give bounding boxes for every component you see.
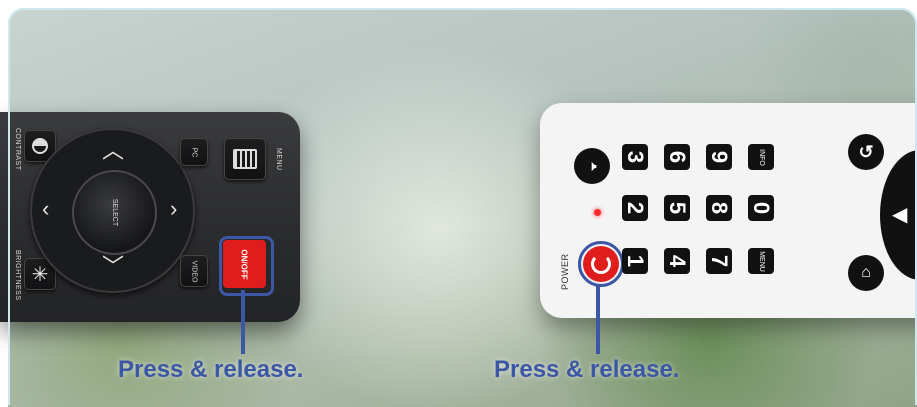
menu-key-label: MENU [757,250,765,272]
key-3[interactable]: 3 [622,144,648,170]
onoff-button[interactable]: ON/OFF [223,240,266,288]
dpad[interactable]: ︿ ﹀ ‹ › SELECT [30,128,195,293]
power-label: POWER [560,253,570,290]
key-2[interactable]: 2 [622,195,648,221]
brightness-icon: ✳ [31,263,49,286]
right-pointer-line [596,284,600,354]
key-0[interactable]: 0 [748,195,774,221]
menu-key[interactable]: MENU [748,248,774,274]
right-caption: Press & release. [494,356,680,383]
info-key[interactable]: INFO [748,144,774,170]
select-button[interactable]: SELECT [72,170,157,255]
up-arrow-icon[interactable]: ︿ [102,140,124,162]
brightness-label: BRIGHTNESS [14,250,21,301]
right-arrow-icon[interactable]: › [170,198,177,220]
home-icon: ⌂ [861,264,871,281]
info-label: INFO [757,148,765,166]
video-button[interactable]: VIDEO [180,255,208,287]
key-9[interactable]: 9 [706,144,732,170]
key-4[interactable]: 4 [664,248,690,274]
back-icon: ↺ [858,141,874,162]
pc-button[interactable]: PC [180,138,208,166]
key-8[interactable]: 8 [706,195,732,221]
menu-icon [233,149,257,169]
left-arrow-icon[interactable]: ‹ [42,198,49,220]
indicator-led [594,209,601,216]
video-label: VIDEO [190,260,198,282]
key-5[interactable]: 5 [664,195,690,221]
back-button[interactable]: ↺ [848,134,884,170]
onoff-label: ON/OFF [240,248,249,280]
select-label: SELECT [110,198,118,227]
key-6[interactable]: 6 [664,144,690,170]
mute-button[interactable]: 🕨 [574,148,610,184]
key-1[interactable]: 1 [622,248,648,274]
home-button[interactable]: ⌂ [848,255,884,291]
contrast-label: CONTRAST [14,128,21,171]
left-caption: Press & release. [118,356,304,383]
key-7[interactable]: 7 [706,248,732,274]
left-pointer-line [241,290,245,354]
pc-label: PC [190,147,198,157]
power-button[interactable] [583,246,619,282]
contrast-icon [32,138,48,154]
down-arrow-icon[interactable]: ﹀ [102,256,124,278]
mute-icon: 🕨 [587,157,597,175]
menu-button[interactable] [224,138,266,180]
left-arrow-icon: ◀ [892,204,908,226]
power-icon [591,254,611,274]
menu-label: MENU [275,148,282,171]
